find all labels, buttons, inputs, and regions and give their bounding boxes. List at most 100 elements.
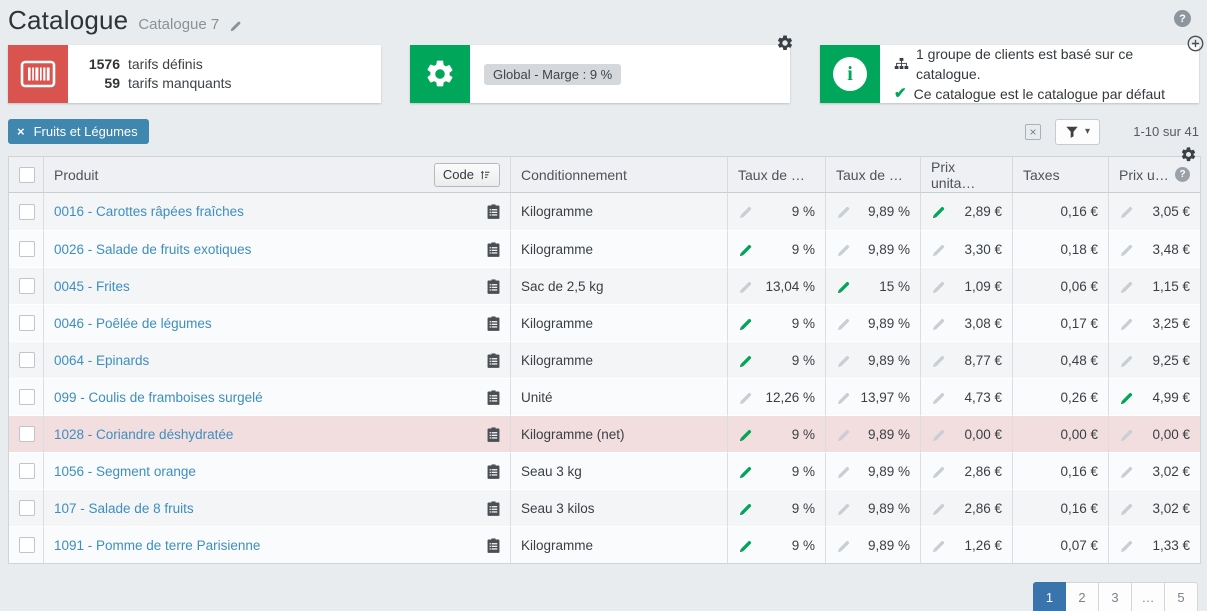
- page-button-5[interactable]: 5: [1165, 582, 1198, 611]
- taxes-value: 0,18 €: [1060, 242, 1098, 257]
- unit-price-value: 4,73 €: [964, 390, 1002, 405]
- edit-price-incl-pencil-icon[interactable]: [1119, 204, 1134, 219]
- margin-settings-gear-icon[interactable]: [776, 34, 794, 52]
- edit-rate1-pencil-icon[interactable]: [738, 427, 753, 442]
- funnel-icon: [1065, 125, 1079, 139]
- row-checkbox[interactable]: [19, 537, 35, 553]
- product-link[interactable]: 1028 - Coriandre déshydratée: [54, 427, 233, 442]
- packaging-cell: Kilogramme: [511, 341, 728, 378]
- product-link[interactable]: 099 - Coulis de framboises surgelé: [54, 390, 263, 405]
- row-checkbox[interactable]: [19, 389, 35, 405]
- clipboard-icon[interactable]: [487, 464, 500, 479]
- row-checkbox[interactable]: [19, 463, 35, 479]
- price-help-icon[interactable]: ?: [1175, 167, 1190, 182]
- add-client-group-icon[interactable]: [1187, 35, 1204, 52]
- edit-price-incl-pencil-icon[interactable]: [1119, 501, 1134, 516]
- edit-price-incl-pencil-icon[interactable]: [1119, 279, 1134, 294]
- row-checkbox[interactable]: [19, 426, 35, 442]
- filter-button[interactable]: ▾: [1055, 119, 1100, 145]
- edit-rate1-pencil-icon[interactable]: [738, 464, 753, 479]
- table-settings-gear-icon[interactable]: [1180, 146, 1197, 163]
- clipboard-icon[interactable]: [487, 353, 500, 368]
- edit-unit-price-pencil-icon[interactable]: [931, 353, 946, 368]
- clear-filters-icon[interactable]: ×: [1025, 124, 1041, 140]
- clipboard-icon[interactable]: [487, 427, 500, 442]
- edit-rate1-pencil-icon[interactable]: [738, 501, 753, 516]
- edit-rate2-pencil-icon[interactable]: [836, 242, 851, 257]
- clipboard-icon[interactable]: [487, 242, 500, 257]
- product-link[interactable]: 1091 - Pomme de terre Parisienne: [54, 538, 260, 553]
- edit-price-incl-pencil-icon[interactable]: [1119, 390, 1134, 405]
- page-button-1[interactable]: 1: [1033, 582, 1066, 611]
- edit-unit-price-pencil-icon[interactable]: [931, 279, 946, 294]
- clipboard-icon[interactable]: [487, 316, 500, 331]
- edit-rate1-pencil-icon[interactable]: [738, 538, 753, 553]
- edit-rate2-pencil-icon[interactable]: [836, 279, 851, 294]
- edit-rate1-pencil-icon[interactable]: [738, 353, 753, 368]
- edit-rate1-pencil-icon[interactable]: [738, 242, 753, 257]
- product-link[interactable]: 0045 - Frites: [54, 279, 130, 294]
- product-link[interactable]: 0064 - Epinards: [54, 353, 149, 368]
- remove-filter-icon[interactable]: ×: [17, 124, 25, 139]
- filter-chip[interactable]: × Fruits et Légumes: [8, 119, 149, 144]
- row-checkbox[interactable]: [19, 352, 35, 368]
- edit-rate2-pencil-icon[interactable]: [836, 316, 851, 331]
- rename-catalogue-pencil-icon[interactable]: [229, 19, 242, 32]
- edit-rate2-pencil-icon[interactable]: [836, 538, 851, 553]
- row-checkbox[interactable]: [19, 315, 35, 331]
- edit-price-incl-pencil-icon[interactable]: [1119, 316, 1134, 331]
- edit-unit-price-pencil-icon[interactable]: [931, 501, 946, 516]
- edit-rate1-pencil-icon[interactable]: [738, 204, 753, 219]
- clipboard-icon[interactable]: [487, 279, 500, 294]
- edit-rate1-pencil-icon[interactable]: [738, 316, 753, 331]
- packaging-cell: Sac de 2,5 kg: [511, 267, 728, 304]
- page-button-2[interactable]: 2: [1066, 582, 1099, 611]
- edit-rate2-pencil-icon[interactable]: [836, 204, 851, 219]
- row-checkbox[interactable]: [19, 204, 35, 220]
- edit-unit-price-pencil-icon[interactable]: [931, 316, 946, 331]
- clipboard-icon[interactable]: [487, 204, 500, 219]
- edit-price-incl-pencil-icon[interactable]: [1119, 242, 1134, 257]
- edit-unit-price-pencil-icon[interactable]: [931, 242, 946, 257]
- page-ellipsis[interactable]: …: [1132, 582, 1165, 611]
- product-link[interactable]: 107 - Salade de 8 fruits: [54, 501, 194, 516]
- margin-card: Global - Marge : 9 %: [410, 45, 790, 103]
- product-link[interactable]: 0026 - Salade de fruits exotiques: [54, 242, 251, 257]
- clipboard-icon[interactable]: [487, 538, 500, 553]
- select-all-checkbox[interactable]: [19, 167, 35, 183]
- taxes-value: 0,48 €: [1060, 353, 1098, 368]
- row-checkbox[interactable]: [19, 278, 35, 294]
- clipboard-icon[interactable]: [487, 390, 500, 405]
- edit-rate2-pencil-icon[interactable]: [836, 501, 851, 516]
- edit-unit-price-pencil-icon[interactable]: [931, 204, 946, 219]
- taxes-value: 0,16 €: [1060, 464, 1098, 479]
- sort-by-code-button[interactable]: Code: [434, 163, 500, 187]
- edit-rate2-pencil-icon[interactable]: [836, 427, 851, 442]
- row-checkbox[interactable]: [19, 241, 35, 257]
- rate1-value: 9 %: [792, 204, 815, 219]
- edit-price-incl-pencil-icon[interactable]: [1119, 353, 1134, 368]
- tariffs-card: 1576 tarifs définis 59 tarifs manquants: [8, 45, 381, 103]
- sort-by-code-label: Code: [443, 167, 474, 182]
- table-row: 0046 - Poêlée de légumes Kilogramme 9 %: [9, 304, 1200, 341]
- edit-rate2-pencil-icon[interactable]: [836, 353, 851, 368]
- edit-unit-price-pencil-icon[interactable]: [931, 538, 946, 553]
- row-checkbox[interactable]: [19, 500, 35, 516]
- edit-rate1-pencil-icon[interactable]: [738, 390, 753, 405]
- edit-unit-price-pencil-icon[interactable]: [931, 427, 946, 442]
- product-link[interactable]: 0016 - Carottes râpées fraîches: [54, 204, 244, 219]
- edit-price-incl-pencil-icon[interactable]: [1119, 427, 1134, 442]
- edit-price-incl-pencil-icon[interactable]: [1119, 538, 1134, 553]
- page-help-icon[interactable]: ?: [1174, 10, 1191, 27]
- edit-unit-price-pencil-icon[interactable]: [931, 390, 946, 405]
- clipboard-icon[interactable]: [487, 501, 500, 516]
- page-button-3[interactable]: 3: [1099, 582, 1132, 611]
- edit-rate1-pencil-icon[interactable]: [738, 279, 753, 294]
- edit-unit-price-pencil-icon[interactable]: [931, 464, 946, 479]
- edit-price-incl-pencil-icon[interactable]: [1119, 464, 1134, 479]
- defined-count: 1576: [82, 55, 120, 74]
- product-link[interactable]: 1056 - Segment orange: [54, 464, 196, 479]
- edit-rate2-pencil-icon[interactable]: [836, 464, 851, 479]
- edit-rate2-pencil-icon[interactable]: [836, 390, 851, 405]
- product-link[interactable]: 0046 - Poêlée de légumes: [54, 316, 212, 331]
